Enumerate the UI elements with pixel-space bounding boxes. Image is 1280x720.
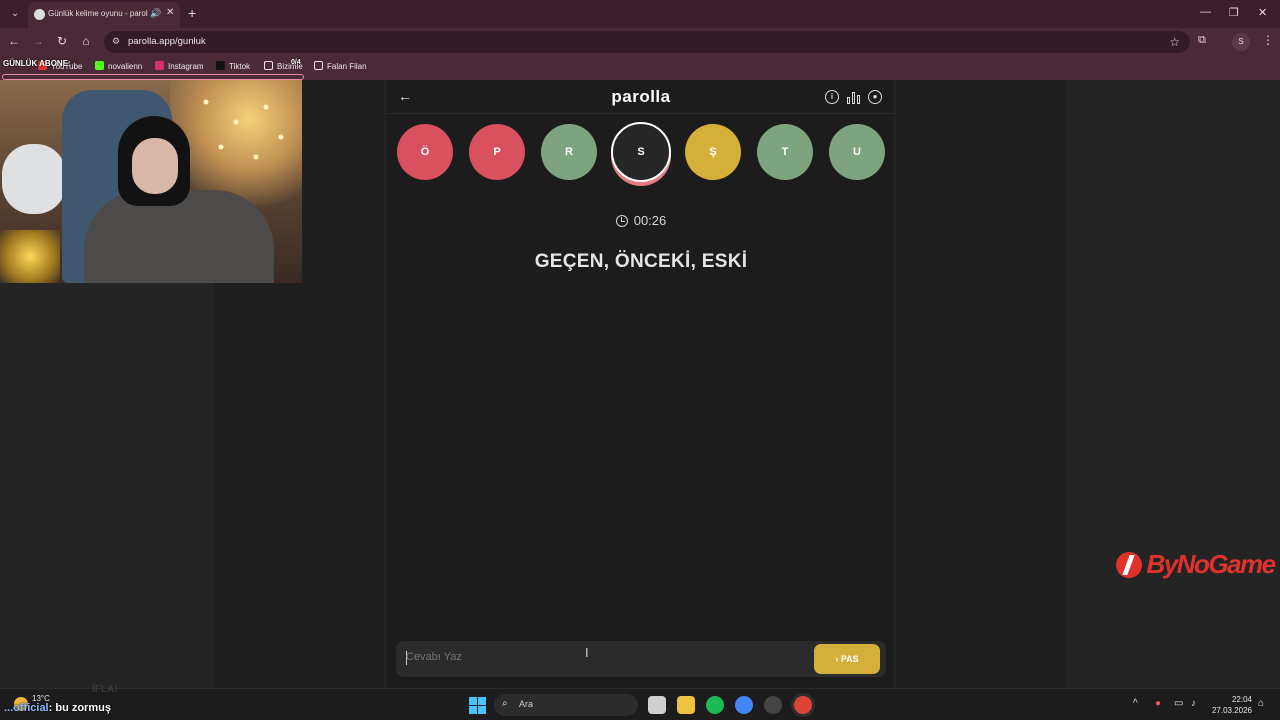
sponsor-logo: ByNoGame <box>1116 549 1276 585</box>
tray-chevron-icon[interactable]: ^ <box>1133 698 1138 709</box>
clock-icon <box>615 215 628 227</box>
network-icon[interactable]: ▭ <box>1174 698 1183 709</box>
extensions-icon[interactable]: ⧉ <box>1198 34 1206 47</box>
close-window-button[interactable]: ✕ <box>1258 6 1267 19</box>
lamp-glow <box>0 230 60 283</box>
task-view-icon[interactable] <box>648 696 666 714</box>
browser-menu-icon[interactable]: ⋮ <box>1262 33 1274 47</box>
windows-start-icon[interactable] <box>469 697 486 714</box>
tab-audio-icon[interactable]: 🔊 <box>150 8 161 19</box>
app-brand: parolla <box>611 87 671 106</box>
browser-tab-bar: ⌄ Günlük kelime oyunu - parolla 🔊 ✕ + — … <box>0 0 1280 28</box>
bookmark-novalienn[interactable]: novalienn <box>95 61 142 71</box>
stats-icon[interactable] <box>847 90 861 104</box>
instagram-icon <box>155 61 164 70</box>
forward-button[interactable]: → <box>30 34 46 48</box>
minimize-button[interactable]: — <box>1200 6 1211 18</box>
tab-search-chevron-icon[interactable]: ⌄ <box>6 5 24 23</box>
sub-goal-label: GÜNLÜK ABONE: <box>3 59 71 68</box>
chrome-profile-icon[interactable] <box>794 696 812 714</box>
folder-icon <box>264 61 273 70</box>
letter-circle[interactable]: R <box>541 124 597 180</box>
tab-title: Günlük kelime oyunu - parolla <box>48 9 148 18</box>
right-gutter <box>1066 80 1280 688</box>
mouse-text-cursor-icon: I <box>585 645 589 660</box>
microphone-icon[interactable]: ● <box>1155 698 1161 709</box>
sub-goal-progress-bar <box>2 74 304 80</box>
streamer-face <box>132 138 178 194</box>
bookmark-star-icon[interactable]: ☆ <box>1169 35 1180 49</box>
letter-circle[interactable]: Ş <box>685 124 741 180</box>
answer-box: › PAS <box>396 641 886 677</box>
search-icon: ⌕ <box>502 698 508 709</box>
teddy-bear <box>2 144 66 214</box>
home-icon[interactable]: ⌂ <box>78 34 94 48</box>
parolla-app: ← parolla i ● Ö P R S Ş T U 00:26 GEÇEN,… <box>385 80 896 688</box>
volume-icon[interactable]: ♪ <box>1191 698 1196 709</box>
letter-circle[interactable]: P <box>469 124 525 180</box>
info-icon[interactable]: i <box>825 90 839 104</box>
file-explorer-icon[interactable] <box>677 696 695 714</box>
timer: 00:26 <box>386 213 896 228</box>
streamer-body <box>84 190 274 283</box>
bynogame-logo-icon <box>1116 551 1142 578</box>
fairy-lights-icon <box>203 99 284 160</box>
user-profile-icon[interactable]: ● <box>868 90 882 104</box>
letter-circle[interactable]: T <box>757 124 813 180</box>
tiktok-icon <box>216 61 225 70</box>
kick-icon <box>95 61 104 70</box>
bookmark-falan-filan[interactable]: Falan Filan <box>314 61 367 71</box>
reload-button[interactable]: ↻ <box>54 34 70 48</box>
search-label: Ara <box>519 699 534 709</box>
bookmark-instagram[interactable]: Instagram <box>155 61 204 71</box>
webcam-overlay <box>0 80 302 283</box>
clock[interactable]: 22:04 27.03.2026 <box>1208 694 1252 716</box>
letter-circle[interactable]: Ö <box>397 124 453 180</box>
restore-button[interactable]: ❐ <box>1229 6 1239 19</box>
clock-date: 27.03.2026 <box>1211 706 1252 715</box>
clue-text: GEÇEN, ÖNCEKİ, ESKİ <box>534 251 748 272</box>
letter-circle-active[interactable]: S <box>611 122 671 182</box>
faded-chat-text: İFLA! <box>92 684 118 695</box>
windows-taskbar: 13°C ⌕ Ara ^ ● ▭ ♪ 22:04 27.03.2026 ⌂ <box>0 688 1280 720</box>
taskbar-search[interactable]: ⌕ Ara <box>494 694 638 716</box>
pass-button[interactable]: › PAS <box>814 644 880 674</box>
folder-icon <box>314 61 323 70</box>
address-bar[interactable]: ⚙ parolla.app/gunluk ☆ <box>104 31 1190 53</box>
sub-goal-counter: 0/4 <box>291 59 301 66</box>
profile-avatar[interactable]: S <box>1232 33 1250 51</box>
letter-circle[interactable]: U <box>829 124 885 180</box>
chevron-right-icon: › <box>835 654 839 664</box>
notification-bell-icon[interactable]: ⌂ <box>1258 698 1264 709</box>
url-text[interactable]: parolla.app/gunluk <box>128 36 206 47</box>
bookmark-tiktok[interactable]: Tiktok <box>216 61 250 71</box>
site-info-icon[interactable]: ⚙ <box>112 36 120 47</box>
answer-input[interactable] <box>406 651 806 663</box>
chat-overlay: ...official: bu zormuş <box>4 702 111 714</box>
chat-message: : bu zormuş <box>48 702 111 714</box>
tab-close-icon[interactable]: ✕ <box>166 7 174 18</box>
spotify-icon[interactable] <box>706 696 724 714</box>
timer-value: 00:26 <box>633 213 667 228</box>
clock-time: 22:04 <box>1231 695 1252 704</box>
back-button[interactable]: ← <box>6 34 22 48</box>
tab-favicon-icon <box>34 9 45 20</box>
new-tab-button[interactable]: + <box>188 5 196 21</box>
browser-toolbar: ← → ↻ ⌂ ⚙ parolla.app/gunluk ☆ ⧉ S ⋮ <box>0 28 1280 56</box>
chat-username: ...official <box>4 702 49 714</box>
obs-icon[interactable] <box>764 696 782 714</box>
app-header: ← parolla i ● <box>386 80 896 114</box>
chrome-icon[interactable] <box>735 696 753 714</box>
browser-tab[interactable]: Günlük kelime oyunu - parolla 🔊 ✕ <box>28 2 180 28</box>
